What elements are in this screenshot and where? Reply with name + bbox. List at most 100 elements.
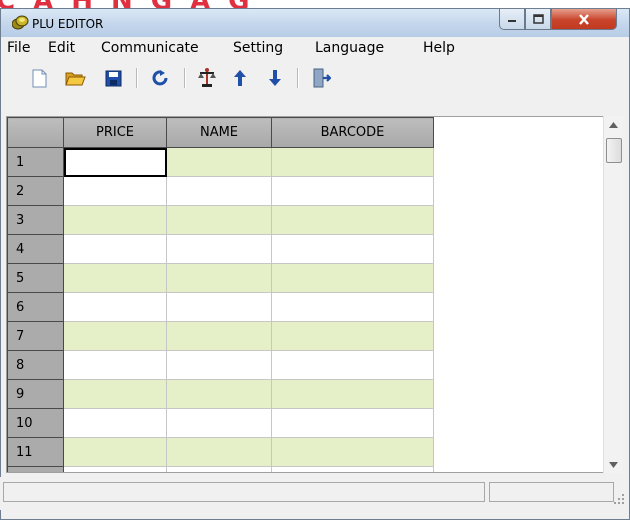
price-cell[interactable] [63,321,167,351]
name-cell[interactable] [166,350,272,380]
row-header[interactable]: 1 [7,147,64,177]
barcode-cell[interactable] [271,147,434,177]
close-icon [579,13,589,25]
table-row: 11 [7,437,434,467]
menu-communicate[interactable]: Communicate [101,40,199,56]
price-cell[interactable] [63,466,167,472]
price-cell[interactable] [63,437,167,467]
name-cell[interactable] [166,176,272,206]
price-cell[interactable] [63,350,167,380]
name-cell[interactable] [166,234,272,264]
name-cell[interactable] [166,466,272,472]
move-up-button[interactable] [228,66,252,90]
row-header[interactable]: 6 [7,292,64,322]
refresh-icon [152,70,168,86]
move-down-button[interactable] [263,66,287,90]
row-header[interactable]: 3 [7,205,64,235]
exit-button[interactable] [309,66,333,90]
menu-help[interactable]: Help [423,40,455,56]
barcode-cell[interactable] [271,292,434,322]
window-title: PLU EDITOR [32,17,104,31]
row-header[interactable]: 7 [7,321,64,351]
barcode-cell[interactable] [271,437,434,467]
price-cell[interactable] [63,205,167,235]
maximize-button[interactable] [525,9,551,30]
status-panel-main [3,482,485,502]
save-button[interactable] [101,66,125,90]
arrow-up-icon [234,70,246,86]
barcode-cell[interactable] [271,466,434,472]
corner-cell[interactable] [7,117,64,148]
resize-grip-icon[interactable] [613,493,625,505]
arrow-down-icon [269,70,281,86]
background-text: CAHNGAG [0,0,630,8]
row-header[interactable]: 5 [7,263,64,293]
name-cell[interactable] [166,321,272,351]
table-row: 2 [7,176,434,206]
barcode-cell[interactable] [271,408,434,438]
name-cell[interactable] [166,263,272,293]
price-cell[interactable] [63,292,167,322]
barcode-cell[interactable] [271,263,434,293]
scroll-down-icon [609,461,618,468]
title-bar[interactable]: PLU EDITOR [1,9,629,37]
price-cell[interactable] [63,234,167,264]
plu-table: PRICE NAME BARCODE 1 2 3 4 5 6 7 8 9 10 … [7,117,434,472]
name-cell[interactable] [166,408,272,438]
row-header[interactable]: 12 [7,466,64,472]
price-cell[interactable] [63,147,167,177]
menu-bar: File Edit Communicate Setting Language H… [1,37,629,59]
refresh-button[interactable] [149,66,173,90]
barcode-cell[interactable] [271,321,434,351]
name-cell[interactable] [166,147,272,177]
row-header[interactable]: 2 [7,176,64,206]
column-header-name[interactable]: NAME [166,117,272,148]
table-row: 6 [7,292,434,322]
name-cell[interactable] [166,292,272,322]
row-header[interactable]: 9 [7,379,64,409]
column-header-barcode[interactable]: BARCODE [271,117,434,148]
minimize-icon [508,20,516,22]
row-header[interactable]: 8 [7,350,64,380]
price-cell[interactable] [63,176,167,206]
row-header[interactable]: 10 [7,408,64,438]
minimize-button[interactable] [499,9,525,30]
menu-edit[interactable]: Edit [48,40,75,56]
exit-door-icon [313,68,331,88]
scroll-up-button[interactable] [604,116,623,133]
plu-grid[interactable]: PRICE NAME BARCODE 1 2 3 4 5 6 7 8 9 10 … [6,116,610,473]
barcode-cell[interactable] [271,234,434,264]
name-cell[interactable] [166,379,272,409]
scroll-down-button[interactable] [604,456,623,473]
table-row: 4 [7,234,434,264]
vertical-scrollbar[interactable] [603,116,623,473]
close-button[interactable] [551,9,617,30]
new-file-icon [32,69,47,87]
table-row: 10 [7,408,434,438]
maximize-icon [532,14,544,24]
price-cell[interactable] [63,263,167,293]
menu-setting[interactable]: Setting [233,40,283,56]
scale-button[interactable] [195,66,219,90]
price-cell[interactable] [63,379,167,409]
barcode-cell[interactable] [271,350,434,380]
name-cell[interactable] [166,437,272,467]
menu-language[interactable]: Language [315,40,384,56]
open-button[interactable] [63,66,87,90]
barcode-cell[interactable] [271,379,434,409]
row-header[interactable]: 4 [7,234,64,264]
barcode-cell[interactable] [271,176,434,206]
new-button[interactable] [27,66,51,90]
table-row: 9 [7,379,434,409]
name-cell[interactable] [166,205,272,235]
table-row: 8 [7,350,434,380]
menu-file[interactable]: File [7,40,30,56]
row-header[interactable]: 11 [7,437,64,467]
table-row: 5 [7,263,434,293]
barcode-cell[interactable] [271,205,434,235]
price-cell[interactable] [63,408,167,438]
toolbar-separator [136,68,138,88]
table-row: 1 [7,147,434,177]
column-header-price[interactable]: PRICE [63,117,167,148]
scroll-thumb[interactable] [606,138,622,163]
